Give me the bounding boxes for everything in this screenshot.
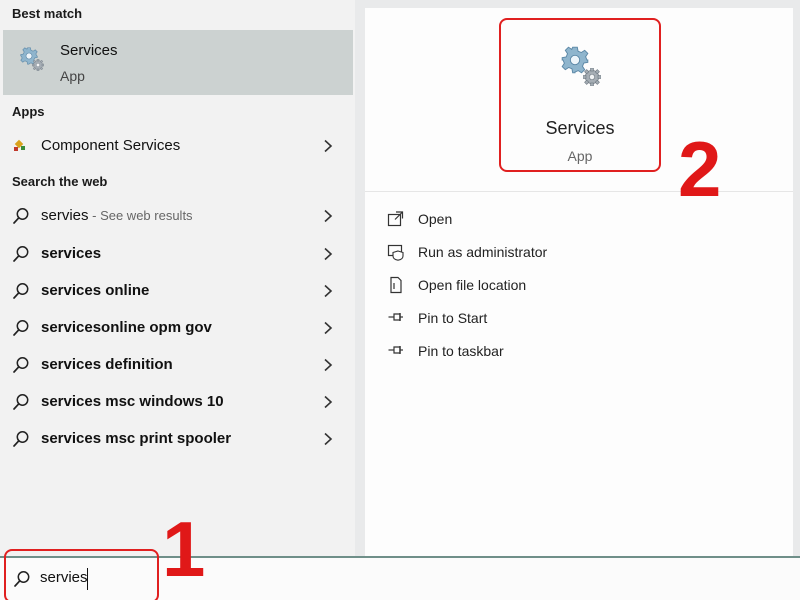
search-icon: [12, 319, 30, 337]
open-icon: [387, 211, 404, 227]
annotation-step-1: 1: [162, 505, 206, 593]
chevron-right-icon[interactable]: [323, 209, 333, 223]
web-result-item[interactable]: services definition: [3, 348, 353, 382]
action-pin-to-start[interactable]: Pin to Start: [387, 307, 687, 331]
web-result-item[interactable]: services msc windows 10: [3, 385, 353, 419]
search-web-header: Search the web: [12, 174, 108, 189]
search-results-panel: Best match Services App Apps Component S…: [0, 0, 355, 556]
web-result-item[interactable]: servies - See web results: [3, 199, 353, 233]
web-result-label: servies: [41, 207, 89, 224]
web-result-label: services online: [41, 282, 150, 299]
action-label: Open file location: [418, 277, 527, 293]
web-result-label: services msc print spooler: [41, 430, 232, 447]
search-icon: [12, 393, 30, 411]
chevron-right-icon[interactable]: [323, 139, 333, 153]
web-result-label: servicesonline opm gov: [41, 319, 212, 336]
web-result-item[interactable]: servicesonline opm gov: [3, 311, 353, 345]
app-item-component-services[interactable]: Component Services: [3, 129, 353, 163]
run-as-admin-icon: [387, 244, 404, 261]
chevron-right-icon[interactable]: [323, 432, 333, 446]
file-location-icon: [390, 276, 402, 294]
web-result-item[interactable]: services: [3, 237, 353, 271]
chevron-right-icon[interactable]: [323, 284, 333, 298]
chevron-right-icon[interactable]: [323, 321, 333, 335]
chevron-right-icon[interactable]: [323, 247, 333, 261]
divider: [365, 191, 793, 192]
best-match-services[interactable]: Services App: [3, 30, 353, 95]
action-open[interactable]: Open: [387, 208, 687, 232]
search-icon: [12, 430, 30, 448]
preview-panel: Services App Open Run as administrator O…: [365, 8, 793, 556]
gears-icon: [561, 46, 601, 86]
web-result-label: services: [41, 245, 102, 262]
action-pin-to-taskbar[interactable]: Pin to taskbar: [387, 340, 687, 364]
gears-icon: [20, 47, 44, 71]
web-result-label: services definition: [41, 356, 173, 373]
action-run-as-admin[interactable]: Run as administrator: [387, 241, 687, 265]
action-label: Pin to taskbar: [418, 343, 504, 359]
chevron-right-icon[interactable]: [323, 358, 333, 372]
action-label: Open: [418, 211, 453, 227]
best-match-type: App: [60, 68, 85, 84]
apps-header: Apps: [12, 104, 45, 119]
chevron-right-icon[interactable]: [323, 395, 333, 409]
annotation-step-2: 2: [678, 125, 722, 213]
action-label: Pin to Start: [418, 310, 488, 326]
search-icon: [12, 207, 30, 225]
best-match-header: Best match: [12, 6, 83, 21]
action-label: Run as administrator: [418, 244, 548, 260]
app-item-label: Component Services: [41, 137, 181, 154]
pin-icon: [388, 313, 403, 321]
search-icon: [12, 282, 30, 300]
preview-app-type: App: [567, 148, 593, 164]
search-icon: [12, 356, 30, 374]
web-result-label: services msc windows 10: [41, 393, 224, 410]
action-open-file-location[interactable]: Open file location: [387, 274, 687, 298]
preview-app-name: Services: [545, 118, 615, 138]
search-icon: [12, 245, 30, 263]
annotation-highlight-search: [4, 549, 159, 600]
web-result-item[interactable]: services online: [3, 274, 353, 308]
web-result-item[interactable]: services msc print spooler: [3, 422, 353, 456]
web-result-hint: - See web results: [88, 208, 193, 223]
preview-app-card[interactable]: Services App: [499, 18, 661, 172]
pin-icon: [388, 346, 403, 354]
component-services-icon: [14, 139, 25, 151]
best-match-name: Services: [60, 42, 118, 59]
